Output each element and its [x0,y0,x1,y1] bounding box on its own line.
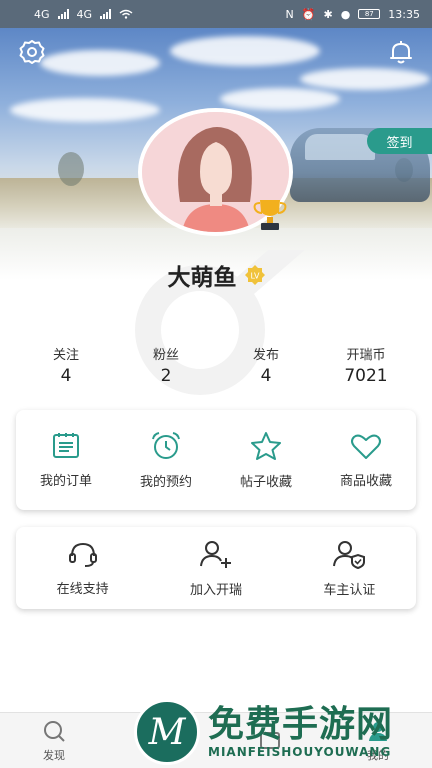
stat-posts[interactable]: 发布 4 [216,344,316,386]
online-support-label: 在线支持 [56,581,109,597]
verified-user-icon [333,540,366,569]
promo-watermark: M 免费手游网 MIANFEISHOUYOUWANG [134,696,432,768]
signal-icon [57,9,69,19]
alarm-icon: ⏰ [301,7,316,21]
cloud-decoration [170,36,320,66]
cloud-decoration [10,98,160,122]
username-row: 大萌鱼 LV [0,258,432,292]
nav-discover-label: 发现 [43,748,65,762]
car-window-decoration [305,134,375,160]
product-favorites-label: 商品收藏 [339,473,392,489]
owner-verification-label: 车主认证 [323,582,376,598]
cloud-decoration [40,50,160,76]
stat-followers[interactable]: 粉丝 2 [116,344,216,386]
nav-discover[interactable]: 发现 [0,713,108,768]
discover-icon [44,720,65,742]
order-list-icon [53,432,79,458]
status-bar: 4G 4G N ⏰ ✱ ● 87 13:35 [0,0,432,28]
settings-button[interactable] [18,38,46,66]
wifi-icon [119,9,133,19]
status-time: 13:35 [388,7,420,21]
stats-row: 关注 4 粉丝 2 发布 4 开瑞币 7021 [16,344,416,386]
promo-text: 免费手游网 MIANFEISHOUYOUWANG [208,704,394,760]
battery-icon: 87 [358,9,381,19]
stat-label: 开瑞币 [346,348,386,363]
network-label-2: 4G [76,7,93,21]
headset-icon [68,542,97,567]
star-icon [251,431,281,460]
services-card: 在线支持 加入开瑞 车主认证 [16,527,416,609]
cloud-decoration [220,88,340,110]
add-user-icon [199,540,231,568]
username: 大萌鱼 [167,265,237,291]
status-right: N ⏰ ✱ ● 87 13:35 [286,8,420,21]
cloud-decoration [300,68,430,90]
network-label-1: 4G [34,7,50,21]
location-icon: ● [340,7,351,21]
owner-verification-button[interactable]: 车主认证 [283,527,416,609]
quick-actions-card: 我的订单 我的预约 帖子收藏 商品收藏 [16,410,416,510]
stat-value: 2 [160,366,172,386]
checkin-button[interactable]: 签到 [367,128,432,154]
level-badge-text: LV [250,272,260,281]
bluetooth-icon: ✱ [323,7,333,21]
promo-subtitle: MIANFEISHOUYOUWANG [208,745,392,759]
stat-value: 7021 [344,366,388,386]
heart-icon [351,434,381,459]
promo-logo: M [134,699,200,765]
status-left: 4G 4G [34,8,133,21]
product-favorites-button[interactable]: 商品收藏 [316,410,416,510]
bell-icon [390,41,412,64]
online-support-button[interactable]: 在线支持 [16,527,149,609]
join-kairui-label: 加入开瑞 [189,582,242,598]
notification-button[interactable] [387,38,415,66]
signal-icon [100,9,112,19]
post-favorites-label: 帖子收藏 [239,474,292,490]
stat-following[interactable]: 关注 4 [16,344,116,386]
my-reservations-label: 我的预约 [139,474,192,490]
stat-value: 4 [260,366,272,386]
stat-label: 粉丝 [152,348,179,363]
my-orders-label: 我的订单 [39,473,92,489]
trophy-icon [253,200,287,230]
promo-title: 免费手游网 [208,704,394,745]
join-kairui-button[interactable]: 加入开瑞 [149,527,282,609]
my-orders-button[interactable]: 我的订单 [16,410,116,510]
my-reservations-button[interactable]: 我的预约 [116,410,216,510]
stat-label: 关注 [52,348,79,363]
stat-label: 发布 [252,348,279,363]
tree-decoration [58,152,84,186]
alarm-clock-icon [152,431,180,459]
nfc-icon: N [285,7,294,21]
stat-value: 4 [60,366,72,386]
level-badge-icon[interactable]: LV [244,265,265,285]
stat-coins[interactable]: 开瑞币 7021 [316,344,416,386]
gear-icon [19,40,45,64]
post-favorites-button[interactable]: 帖子收藏 [216,410,316,510]
